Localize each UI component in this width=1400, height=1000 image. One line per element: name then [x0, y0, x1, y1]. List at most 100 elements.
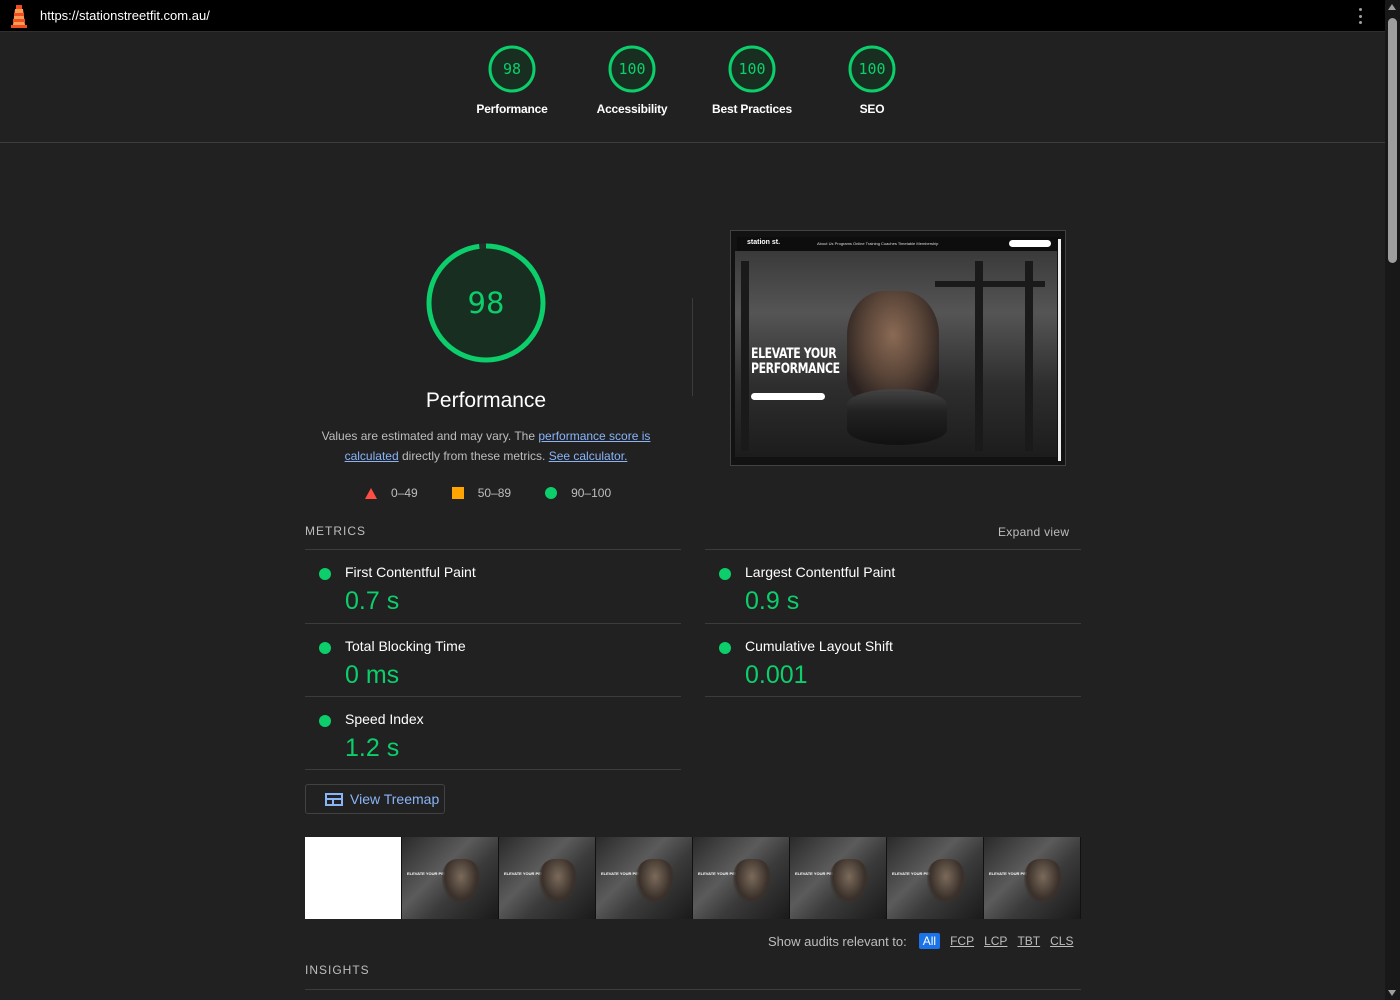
metric-divider	[305, 623, 681, 624]
vertical-divider	[692, 298, 693, 396]
screenshot-nav-button	[1009, 240, 1051, 247]
gauge-score: 100	[858, 60, 885, 78]
gauge-label: Performance	[476, 102, 548, 116]
score-legend: 0–49 50–89 90–100	[365, 486, 645, 500]
report-url[interactable]: https://stationstreetfit.com.au/	[40, 8, 210, 23]
filter-lcp[interactable]: LCP	[984, 934, 1007, 948]
gauge-performance[interactable]: 98 Performance	[452, 44, 572, 116]
gauge-ring-icon: 100	[848, 45, 896, 93]
filmstrip-frame: ELEVATE YOUR PERFORMANCE	[402, 837, 499, 919]
gauge-best-practices[interactable]: 100 Best Practices	[692, 44, 812, 116]
pass-circle-icon	[319, 642, 331, 654]
treemap-icon	[325, 792, 343, 806]
frame-text: ELEVATE YOUR PERFORMANCE	[407, 871, 470, 876]
metric-name: Cumulative Layout Shift	[745, 638, 893, 654]
gauge-score: 100	[618, 60, 645, 78]
metric-divider	[705, 623, 1081, 624]
audit-filter: Show audits relevant to: All FCP LCP TBT…	[768, 933, 1083, 949]
frame-text: ELEVATE YOUR PERFORMANCE	[601, 871, 664, 876]
screenshot-scrollbar	[1058, 239, 1061, 461]
legend-fail: 0–49	[365, 486, 418, 500]
final-screenshot[interactable]: station st. About Us Programs Online Tra…	[730, 230, 1066, 466]
metric-tbt: Total Blocking Time 0 ms	[305, 631, 681, 697]
screenshot-nav: station st. About Us Programs Online Tra…	[737, 237, 1059, 251]
scrollbar-thumb[interactable]	[1388, 18, 1397, 263]
legend-pass: 90–100	[545, 486, 611, 500]
frame-text: ELEVATE YOUR PERFORMANCE	[892, 871, 955, 876]
filmstrip-frame	[305, 837, 402, 919]
screenshot-nav-links: About Us Programs Online Training Coache…	[817, 241, 939, 246]
scroll-down-arrow-icon[interactable]	[1388, 990, 1396, 996]
filter-tbt[interactable]: TBT	[1017, 934, 1040, 948]
metric-lcp: Largest Contentful Paint 0.9 s	[705, 557, 1081, 623]
menu-kebab-icon[interactable]	[1352, 6, 1368, 26]
screenshot-cta	[751, 393, 825, 400]
desc-text: Values are estimated and may vary. The	[321, 429, 539, 443]
frame-text: ELEVATE YOUR PERFORMANCE	[989, 871, 1052, 876]
pass-circle-icon	[719, 642, 731, 654]
gauge-ring-icon: 100	[608, 45, 656, 93]
pass-circle-icon	[319, 568, 331, 580]
metric-value: 0.9 s	[745, 587, 800, 615]
gauge-ring-icon: 98	[488, 45, 536, 93]
legend-average: 50–89	[451, 486, 512, 500]
top-bar: https://stationstreetfit.com.au/	[0, 0, 1385, 32]
gauge-score: 100	[738, 60, 765, 78]
lighthouse-logo-icon	[11, 5, 27, 28]
gauge-accessibility[interactable]: 100 Accessibility	[572, 44, 692, 116]
hero-line: PERFORMANCE	[751, 361, 840, 377]
filter-all[interactable]: All	[918, 933, 941, 949]
pass-circle-icon	[319, 715, 331, 727]
metric-value: 0.7 s	[345, 587, 400, 615]
filmstrip-frame: ELEVATE YOUR PERFORMANCE	[790, 837, 887, 919]
metric-divider	[705, 696, 1081, 697]
scroll-up-arrow-icon[interactable]	[1388, 4, 1396, 10]
frame-text: ELEVATE YOUR PERFORMANCE	[504, 871, 567, 876]
metric-fcp: First Contentful Paint 0.7 s	[305, 557, 681, 623]
filter-fcp[interactable]: FCP	[950, 934, 974, 948]
legend-range: 0–49	[391, 486, 418, 500]
gauge-score: 98	[503, 60, 521, 78]
screenshot-hero: ELEVATE YOUR PERFORMANCE	[735, 251, 1057, 457]
pass-circle-icon	[719, 568, 731, 580]
performance-gauge: 98	[426, 243, 546, 363]
audit-filter-label: Show audits relevant to:	[768, 933, 907, 949]
circle-icon	[545, 487, 558, 499]
metric-name: Total Blocking Time	[345, 638, 466, 654]
triangle-icon	[365, 487, 377, 499]
gauge-label: SEO	[859, 102, 885, 116]
performance-title: Performance	[425, 389, 547, 412]
metric-divider	[305, 769, 681, 770]
desc-text: directly from these metrics.	[398, 449, 549, 463]
filmstrip-frame: ELEVATE YOUR PERFORMANCE	[887, 837, 984, 919]
view-treemap-button[interactable]: View Treemap	[305, 784, 445, 814]
legend-range: 90–100	[571, 486, 612, 500]
gauge-label: Accessibility	[596, 102, 668, 116]
frame-text: ELEVATE YOUR PERFORMANCE	[795, 871, 858, 876]
filmstrip: ELEVATE YOUR PERFORMANCE ELEVATE YOUR PE…	[305, 837, 1081, 919]
metric-name: Largest Contentful Paint	[745, 564, 896, 580]
treemap-label: View Treemap	[350, 791, 440, 807]
legend-range: 50–89	[477, 486, 512, 500]
metric-value: 0.001	[745, 661, 808, 689]
gauge-ring-icon: 100	[728, 45, 776, 93]
screenshot-logo: station st.	[747, 239, 781, 246]
screenshot-athlete	[847, 291, 939, 401]
filter-cls[interactable]: CLS	[1050, 934, 1073, 948]
metric-name: First Contentful Paint	[345, 564, 476, 580]
category-gauges: 98 Performance 100 Accessibility 100 Bes…	[452, 44, 932, 116]
performance-description: Values are estimated and may vary. The p…	[306, 426, 666, 466]
filmstrip-frame: ELEVATE YOUR PERFORMANCE	[984, 837, 1081, 919]
gauge-seo[interactable]: 100 SEO	[812, 44, 932, 116]
screenshot-hero-title: ELEVATE YOUR PERFORMANCE	[751, 347, 840, 377]
filmstrip-frame: ELEVATE YOUR PERFORMANCE	[499, 837, 596, 919]
header-divider	[0, 142, 1385, 143]
screenshot-weight-plates	[847, 389, 947, 445]
gauge-label: Best Practices	[712, 102, 792, 116]
metric-divider	[305, 696, 681, 697]
performance-score: 98	[468, 286, 505, 320]
hero-line: ELEVATE YOUR	[751, 346, 837, 362]
expand-view-toggle[interactable]: Expand view	[998, 525, 1069, 539]
see-calculator-link[interactable]: See calculator.	[549, 449, 628, 463]
metric-divider	[705, 549, 1081, 550]
